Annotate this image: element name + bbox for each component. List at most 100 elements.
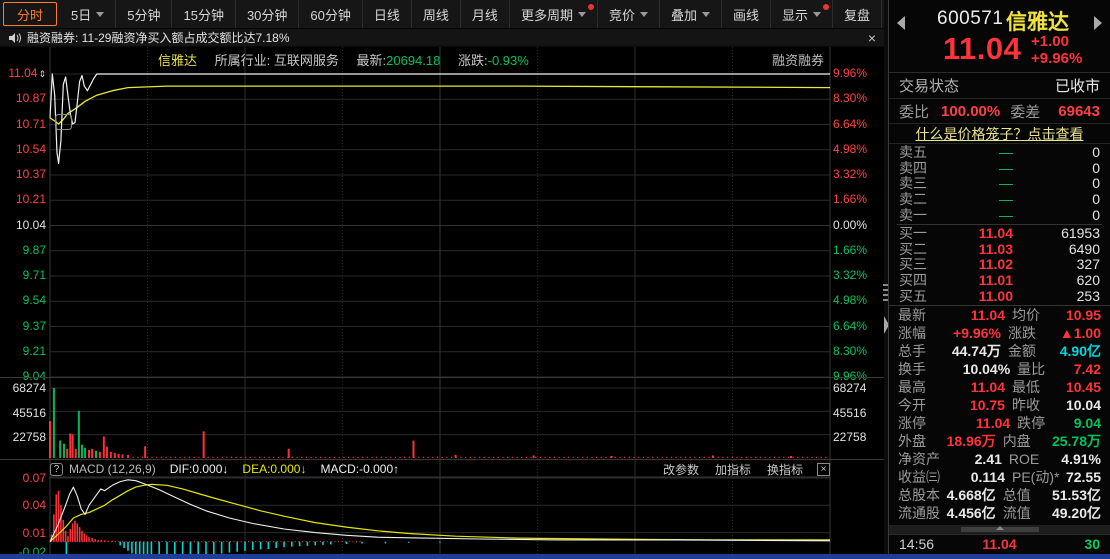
next-stock-arrow[interactable] bbox=[1094, 16, 1102, 30]
panel-scrollbar[interactable] bbox=[889, 524, 1110, 534]
ask-price[interactable]: — bbox=[935, 192, 1013, 207]
volume-baseline-tick bbox=[376, 456, 378, 458]
bid-price[interactable]: 11.01 bbox=[935, 273, 1013, 288]
toolbar-tab-6[interactable]: 日线 bbox=[363, 0, 412, 28]
switch-indicator-button[interactable]: 换指标 bbox=[767, 461, 803, 478]
overlay-legend-label[interactable]: 融资融券 bbox=[772, 50, 824, 69]
axis-label: 3.32% bbox=[833, 167, 868, 181]
stat-label: 总手 bbox=[898, 343, 926, 360]
toolbar-tab-14[interactable]: 复盘 bbox=[833, 0, 883, 28]
toolbar-tab-0[interactable]: 分时 bbox=[3, 2, 58, 26]
prev-stock-arrow[interactable] bbox=[897, 16, 905, 30]
ask-row[interactable]: 卖四 — 0 bbox=[889, 160, 1110, 177]
add-indicator-button[interactable]: 加指标 bbox=[715, 461, 751, 478]
volume-pane[interactable]: 68274 45516 22758 68274 45516 22758 bbox=[0, 377, 886, 460]
volume-baseline-tick bbox=[483, 456, 485, 458]
stat-row: 外盘 18.96万 内盘 25.78万 bbox=[889, 433, 1110, 451]
bid-level-label: 买三 bbox=[899, 256, 927, 273]
bid-price[interactable]: 11.02 bbox=[935, 257, 1013, 272]
close-indicator-icon[interactable]: × bbox=[817, 462, 830, 476]
toolbar-tab-9[interactable]: 更多周期 bbox=[510, 0, 598, 28]
stat-value: 10.04% bbox=[962, 361, 1011, 378]
toolbar-tab-1[interactable]: 5日 bbox=[60, 0, 117, 28]
scrollbar-thumb[interactable] bbox=[960, 525, 1039, 532]
volume-bar bbox=[109, 451, 112, 458]
macd-hist-bar bbox=[97, 539, 100, 542]
macd-title[interactable]: MACD (12,26,9) bbox=[69, 462, 156, 476]
volume-baseline-tick bbox=[507, 456, 509, 458]
bid-row[interactable]: 买四 11.01 620 bbox=[889, 273, 1110, 289]
bid-volume: 620 bbox=[1076, 272, 1100, 289]
volume-baseline-tick bbox=[769, 456, 771, 458]
help-icon[interactable]: ? bbox=[50, 462, 63, 476]
stat-label: 均价 bbox=[1011, 307, 1040, 324]
volume-baseline-tick bbox=[801, 456, 804, 458]
stat-label: 今开 bbox=[898, 397, 926, 414]
toolbar-tab-12[interactable]: 画线 bbox=[722, 0, 771, 28]
stat-label: 涨跌 bbox=[1007, 325, 1036, 342]
volume-baseline-tick bbox=[347, 456, 350, 458]
toolbar-tab-4[interactable]: 30分钟 bbox=[236, 0, 300, 28]
ask-level-label: 卖三 bbox=[899, 175, 927, 192]
stat-label: 总值 bbox=[1002, 487, 1031, 504]
volume-baseline-tick bbox=[596, 456, 598, 458]
ask-row[interactable]: 卖一 — 0 bbox=[889, 207, 1110, 223]
volume-chart[interactable] bbox=[0, 378, 886, 460]
ask-price[interactable]: — bbox=[935, 145, 1013, 160]
bid-row[interactable]: 买二 11.03 6490 bbox=[889, 241, 1110, 258]
change-params-button[interactable]: 改参数 bbox=[663, 461, 699, 478]
bid-row[interactable]: 买三 11.02 327 bbox=[889, 257, 1110, 273]
bid-volume: 61953 bbox=[1061, 225, 1100, 242]
bid-row[interactable]: 买一 11.04 61953 bbox=[889, 226, 1110, 242]
chevron-down-icon bbox=[813, 11, 822, 17]
intraday-price-pane[interactable]: 信雅达 所属行业: 互联网服务 最新:20694.18 涨跌:-0.93% 融资… bbox=[0, 47, 886, 383]
stat-row: 最新 11.04 均价 10.95 bbox=[889, 307, 1110, 325]
price-cage-link[interactable]: 什么是价格笼子？点击查看 bbox=[916, 124, 1084, 144]
toolbar-tab-label: 更多周期 bbox=[520, 7, 573, 23]
toolbar-tab-8[interactable]: 月线 bbox=[461, 0, 510, 28]
ask-price[interactable]: — bbox=[935, 207, 1013, 223]
toolbar-tab-2[interactable]: 5分钟 bbox=[116, 0, 173, 28]
ask-row[interactable]: 卖三 — 0 bbox=[889, 176, 1110, 192]
bid-row[interactable]: 买五 11.00 253 bbox=[889, 288, 1110, 304]
volume-baseline-tick bbox=[628, 456, 630, 458]
stat-label: 最高 bbox=[898, 379, 926, 396]
axis-label: 45516 bbox=[12, 405, 46, 420]
ask-price[interactable]: — bbox=[935, 160, 1013, 176]
stat-label: 内盘 bbox=[1002, 433, 1031, 450]
ask-price[interactable]: — bbox=[935, 176, 1013, 191]
price-chart[interactable] bbox=[0, 47, 886, 377]
stat-value: 72.55 bbox=[1065, 469, 1101, 486]
toolbar-tab-10[interactable]: 竞价 bbox=[598, 0, 660, 28]
bid-volume: 253 bbox=[1076, 287, 1100, 304]
chevron-down-icon bbox=[577, 11, 586, 17]
stock-code[interactable]: 600571 bbox=[937, 8, 1003, 30]
bid-price[interactable]: 11.04 bbox=[935, 226, 1013, 241]
volume-baseline-tick bbox=[516, 456, 518, 458]
macd-hist-bar bbox=[275, 541, 277, 549]
volume-baseline-tick bbox=[549, 456, 551, 458]
close-icon[interactable]: × bbox=[868, 29, 876, 47]
ask-row[interactable]: 卖二 — 0 bbox=[889, 192, 1110, 208]
macd-hist-bar bbox=[100, 539, 103, 542]
toolbar-tab-11[interactable]: 叠加 bbox=[660, 0, 722, 28]
macd-hist-bar bbox=[345, 541, 348, 544]
axis-label: 9.71 bbox=[22, 268, 46, 282]
toolbar-tab-label: 日线 bbox=[373, 7, 400, 23]
bid-price[interactable]: 11.03 bbox=[935, 241, 1013, 257]
axis-label: 0.01 bbox=[22, 526, 46, 540]
volume-baseline-tick bbox=[502, 456, 504, 458]
bid-price[interactable]: 11.00 bbox=[935, 288, 1013, 304]
toolbar-tab-5[interactable]: 60分钟 bbox=[299, 0, 363, 28]
stat-value: 7.42 bbox=[1073, 361, 1101, 378]
macd-pane[interactable]: ? MACD (12,26,9) DIF:0.000↓ DEA:0.000↓ M… bbox=[0, 459, 886, 559]
volume-baseline-tick bbox=[703, 456, 705, 458]
toolbar-tab-3[interactable]: 15分钟 bbox=[172, 0, 236, 28]
toolbar-tab-13[interactable]: 显示 bbox=[771, 0, 834, 28]
volume-baseline-tick bbox=[750, 456, 752, 458]
stat-row: 收益㈢ 0.114 PE(动)* 72.55 bbox=[889, 469, 1110, 487]
toolbar-tab-7[interactable]: 周线 bbox=[412, 0, 461, 28]
ask-row[interactable]: 卖五 — 0 bbox=[889, 145, 1110, 161]
volume-baseline-tick bbox=[202, 456, 205, 458]
news-ticker-text[interactable]: 融资融券: 11-29融资净买入额占成交额比达7.18% bbox=[27, 29, 290, 46]
